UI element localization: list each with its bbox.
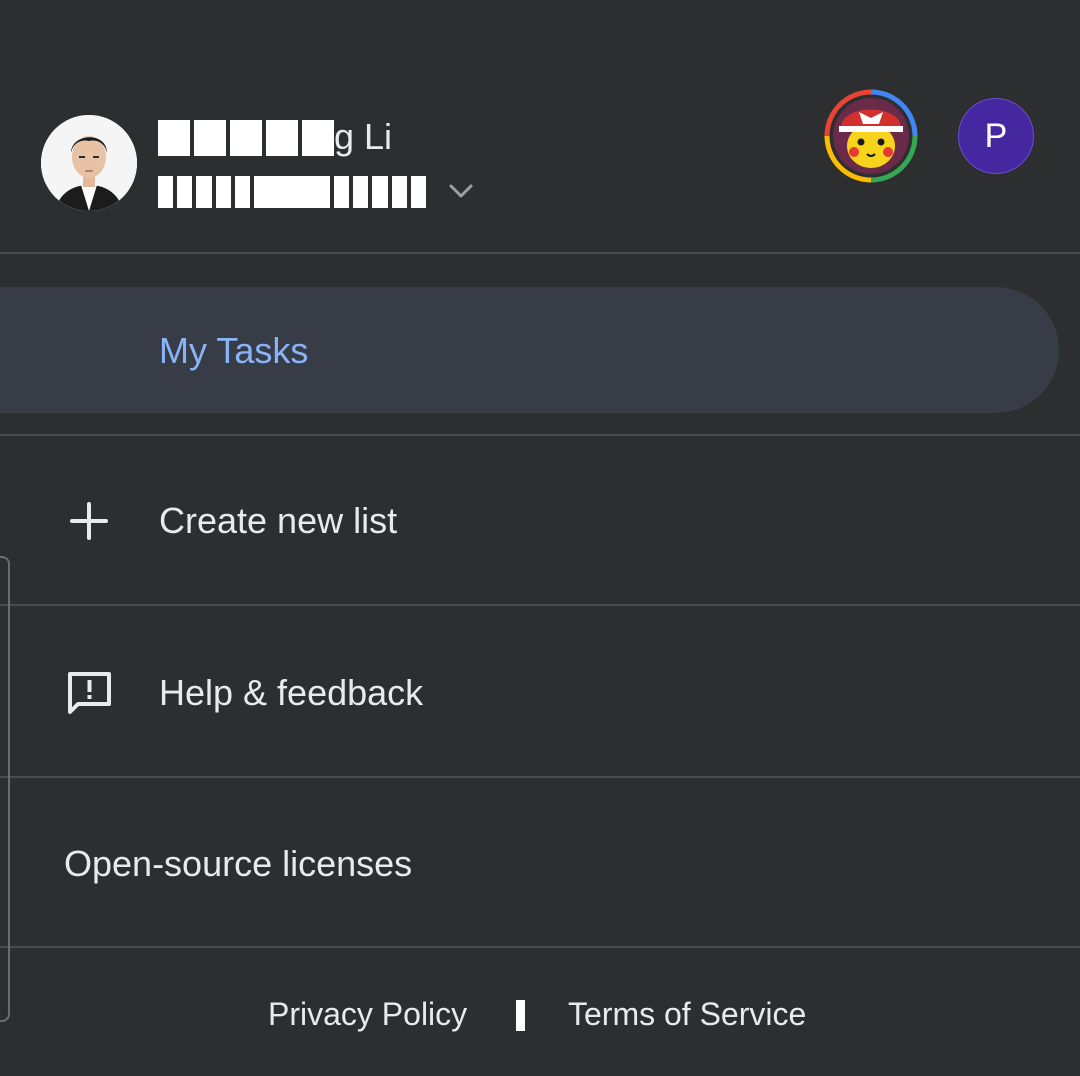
chevron-down-icon[interactable] <box>446 176 476 206</box>
divider <box>0 604 1080 606</box>
divider <box>0 434 1080 436</box>
profile-avatar[interactable] <box>41 115 137 211</box>
feedback-icon[interactable] <box>66 668 114 721</box>
account-avatar-p[interactable]: P <box>958 98 1034 174</box>
tasks-drawer: g Li P My Tasks Create new list Help & f… <box>0 0 1080 1076</box>
open-source-licenses-button[interactable]: Open-source licenses <box>64 843 412 885</box>
footer-separator <box>516 1000 525 1031</box>
create-new-list-button[interactable]: Create new list <box>159 500 397 542</box>
privacy-policy-link[interactable]: Privacy Policy <box>268 994 467 1034</box>
help-feedback-button[interactable]: Help & feedback <box>159 672 423 714</box>
secondary-account-avatar[interactable] <box>823 88 919 184</box>
background-panel-edge <box>0 556 10 1022</box>
redacted-email <box>158 176 427 208</box>
account-name-suffix: g Li <box>334 116 393 157</box>
divider <box>0 946 1080 948</box>
divider <box>0 252 1080 254</box>
redacted-name <box>158 120 334 156</box>
list-item-my-tasks-label: My Tasks <box>159 330 309 371</box>
avatar-initial: P <box>984 116 1008 155</box>
divider <box>0 776 1080 778</box>
terms-of-service-link[interactable]: Terms of Service <box>568 994 806 1034</box>
plus-icon[interactable] <box>68 500 110 547</box>
